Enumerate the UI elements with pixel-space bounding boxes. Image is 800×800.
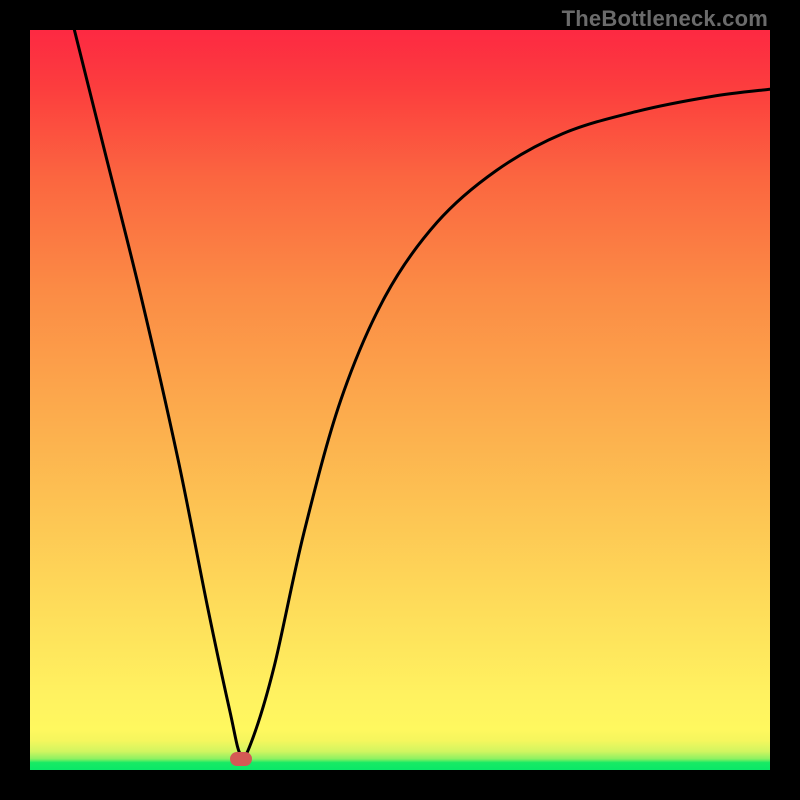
chart-frame: TheBottleneck.com [0,0,800,800]
watermark-text: TheBottleneck.com [562,6,768,32]
min-marker [230,752,252,766]
plot-area [30,30,770,770]
bottleneck-curve [74,30,770,757]
curve-svg [30,30,770,770]
